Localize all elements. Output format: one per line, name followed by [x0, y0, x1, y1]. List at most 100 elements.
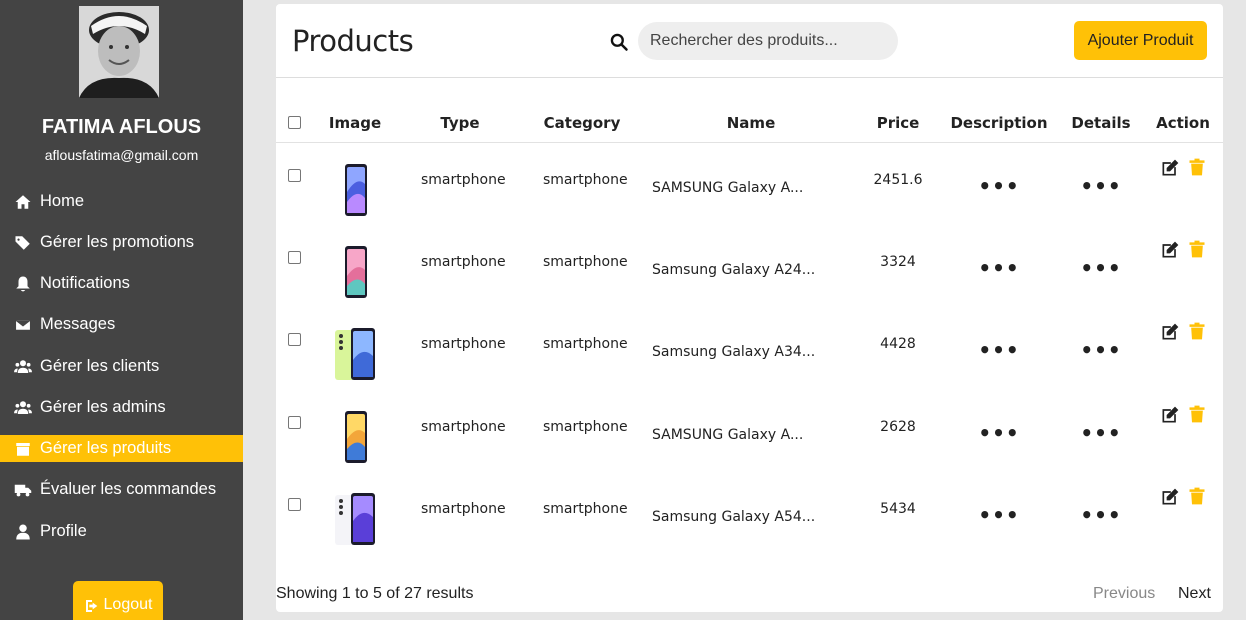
table-row: smartphone smartphone SAMSUNG Galaxy A..… — [276, 401, 1223, 483]
envelope-icon — [12, 316, 34, 334]
cell-category: smartphone — [543, 336, 628, 352]
cell-name: SAMSUNG Galaxy A... — [652, 427, 804, 443]
delete-icon[interactable] — [1187, 486, 1207, 506]
sidebar-item-notifications[interactable]: Notifications — [0, 270, 243, 297]
description-more-button[interactable]: ••• — [978, 258, 1019, 278]
sidebar-item-messages[interactable]: Messages — [0, 311, 243, 338]
description-more-button[interactable]: ••• — [978, 176, 1019, 196]
column-header-type[interactable]: Type — [440, 114, 479, 132]
next-page-button[interactable]: Next — [1178, 585, 1211, 603]
bell-icon — [12, 275, 34, 293]
edit-icon[interactable] — [1160, 322, 1180, 342]
product-image[interactable] — [333, 162, 379, 218]
table-row: smartphone smartphone Samsung Galaxy A24… — [276, 236, 1223, 318]
sidebar-item-label: Gérer les promotions — [40, 233, 195, 251]
table-row: smartphone smartphone Samsung Galaxy A54… — [276, 483, 1223, 565]
cell-type: smartphone — [421, 419, 506, 435]
edit-icon[interactable] — [1160, 405, 1180, 425]
cell-type: smartphone — [421, 501, 506, 517]
details-more-button[interactable]: ••• — [1080, 505, 1121, 525]
sidebar-item-products[interactable]: Gérer les produits — [0, 435, 243, 462]
cell-type: smartphone — [421, 336, 506, 352]
column-header-price[interactable]: Price — [877, 114, 920, 132]
details-more-button[interactable]: ••• — [1080, 176, 1121, 196]
table-header-divider — [276, 142, 1223, 143]
row-checkbox[interactable] — [288, 498, 301, 511]
cell-price: 2628 — [880, 419, 916, 435]
table-row: smartphone smartphone SAMSUNG Galaxy A..… — [276, 154, 1223, 236]
column-header-action: Action — [1156, 114, 1210, 132]
products-card: Products Ajouter Produit Image Type Cate… — [276, 4, 1223, 612]
add-product-button[interactable]: Ajouter Produit — [1074, 21, 1207, 60]
previous-page-button[interactable]: Previous — [1093, 585, 1155, 603]
logout-button[interactable]: Logout — [73, 581, 163, 620]
sidebar-item-promotions[interactable]: Gérer les promotions — [0, 229, 243, 256]
details-more-button[interactable]: ••• — [1080, 340, 1121, 360]
details-more-button[interactable]: ••• — [1080, 423, 1121, 443]
logout-label: Logout — [103, 596, 153, 613]
page-title: Products — [292, 24, 414, 58]
users-icon — [12, 358, 34, 376]
delete-icon[interactable] — [1187, 157, 1207, 177]
product-image[interactable] — [333, 244, 379, 300]
sidebar-item-label: Messages — [40, 315, 116, 333]
tags-icon — [12, 234, 34, 252]
cell-category: smartphone — [543, 254, 628, 270]
column-header-name[interactable]: Name — [727, 114, 775, 132]
search-input[interactable] — [638, 22, 898, 60]
column-header-image[interactable]: Image — [329, 114, 381, 132]
cell-price: 4428 — [880, 336, 916, 352]
delete-icon[interactable] — [1187, 321, 1207, 341]
cell-price: 2451.6 — [873, 172, 923, 188]
sidebar-item-clients[interactable]: Gérer les clients — [0, 353, 243, 380]
sidebar-item-orders[interactable]: Évaluer les commandes — [0, 476, 243, 503]
sidebar-item-label: Profile — [40, 522, 87, 540]
product-image[interactable] — [333, 491, 379, 547]
sidebar-item-label: Gérer les produits — [40, 439, 172, 457]
delete-icon[interactable] — [1187, 239, 1207, 259]
select-all-checkbox[interactable] — [288, 116, 301, 129]
sidebar-item-label: Évaluer les commandes — [40, 480, 217, 498]
table-row: smartphone smartphone Samsung Galaxy A34… — [276, 318, 1223, 400]
product-image[interactable] — [333, 409, 379, 465]
description-more-button[interactable]: ••• — [978, 505, 1019, 525]
details-more-button[interactable]: ••• — [1080, 258, 1121, 278]
users-icon — [12, 399, 34, 417]
edit-icon[interactable] — [1160, 240, 1180, 260]
pagination-summary: Showing 1 to 5 of 27 results — [276, 585, 474, 602]
sign-out-icon — [85, 600, 97, 612]
avatar — [79, 6, 159, 98]
cell-price: 5434 — [880, 501, 916, 517]
edit-icon[interactable] — [1160, 487, 1180, 507]
row-checkbox[interactable] — [288, 169, 301, 182]
description-more-button[interactable]: ••• — [978, 340, 1019, 360]
column-header-description[interactable]: Description — [950, 114, 1047, 132]
description-more-button[interactable]: ••• — [978, 423, 1019, 443]
box-icon — [12, 440, 34, 458]
user-name: FATIMA AFLOUS — [41, 116, 202, 138]
sidebar-item-admins[interactable]: Gérer les admins — [0, 394, 243, 421]
row-checkbox[interactable] — [288, 333, 301, 346]
user-email: aflousfatima@gmail.com — [44, 147, 199, 163]
cell-type: smartphone — [421, 172, 506, 188]
search-icon[interactable] — [609, 32, 629, 52]
sidebar-item-home[interactable]: Home — [0, 188, 243, 215]
row-checkbox[interactable] — [288, 251, 301, 264]
cell-name: Samsung Galaxy A24... — [652, 262, 816, 278]
sidebar-item-label: Home — [40, 192, 85, 210]
product-image[interactable] — [333, 326, 379, 382]
sidebar-item-label: Gérer les clients — [40, 357, 160, 375]
home-icon — [12, 193, 34, 211]
sidebar-item-profile[interactable]: Profile — [0, 518, 243, 545]
delete-icon[interactable] — [1187, 404, 1207, 424]
column-header-details[interactable]: Details — [1071, 114, 1130, 132]
sidebar: FATIMA AFLOUS aflousfatima@gmail.com Hom… — [0, 0, 243, 620]
row-checkbox[interactable] — [288, 416, 301, 429]
cell-name: Samsung Galaxy A34... — [652, 344, 816, 360]
column-header-category[interactable]: Category — [544, 114, 621, 132]
sidebar-item-label: Notifications — [40, 274, 130, 292]
cell-category: smartphone — [543, 419, 628, 435]
edit-icon[interactable] — [1160, 158, 1180, 178]
cell-type: smartphone — [421, 254, 506, 270]
cell-name: Samsung Galaxy A54... — [652, 509, 816, 525]
